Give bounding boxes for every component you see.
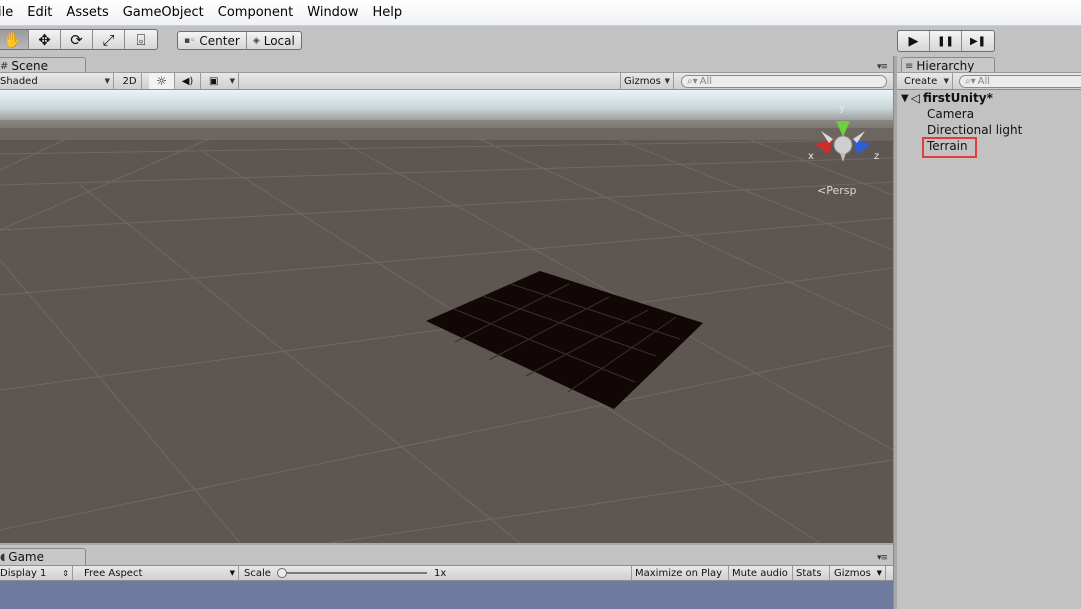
display-dropdown[interactable]: Display 1 ⇕ (0, 566, 73, 580)
scene-search-input[interactable]: ⌕▾ All (681, 75, 887, 88)
sun-icon: ☼ (156, 74, 167, 88)
aspect-dropdown[interactable]: Free Aspect ▼ (81, 566, 239, 580)
menu-window[interactable]: Window (300, 0, 365, 26)
gizmo-y-label: y (839, 103, 845, 114)
scene-toolbar: Shaded ▼ 2D ☼ ◀) ▣ ▼ Gizmos ▼ ⌕▾ All (0, 72, 893, 90)
menu-help[interactable]: Help (366, 0, 410, 26)
create-dropdown[interactable]: Create ▼ (901, 73, 953, 89)
scale-tool-button[interactable]: ⤢ (93, 30, 125, 49)
list-icon: ≡ (905, 60, 914, 72)
maximize-on-play-toggle[interactable]: Maximize on Play (631, 566, 729, 580)
pause-button[interactable]: ❚❚ (930, 31, 962, 51)
scene-gizmos-dropdown[interactable]: Gizmos ▼ (620, 73, 674, 89)
pivot-icon: ▪◦ (184, 35, 196, 46)
gizmo-x-label: x (808, 151, 814, 162)
menu-file[interactable]: ile (0, 0, 20, 26)
search-icon: ⌕▾ (687, 76, 698, 87)
hand-icon: ✋ (3, 30, 22, 49)
terrain-highlight-box (922, 137, 977, 158)
game-view[interactable] (0, 581, 893, 609)
foldout-expanded-icon[interactable]: ▼ (901, 93, 909, 104)
2d-toggle[interactable]: 2D (118, 73, 142, 89)
scene-grid-icon: # (0, 60, 9, 72)
scale-icon: ⤢ (102, 30, 115, 49)
menu-bar: ile Edit Assets GameObject Component Win… (0, 0, 1081, 26)
main-toolbar: ✋ ✥ ⟳ ⤢ ⌻ ▪◦ Center ◈ Local ▶ ❚❚ ▶❚ (0, 26, 1081, 56)
effects-dropdown[interactable]: ▣ ▼ (202, 73, 239, 89)
tab-game[interactable]: ◖ Game (0, 548, 86, 565)
scene-tab-menu-icon[interactable]: ▾≡ (877, 62, 888, 72)
menu-edit[interactable]: Edit (20, 0, 59, 26)
pivot-local-button[interactable]: ◈ Local (247, 32, 301, 49)
scene-root-row[interactable]: ▼ ◁ firstUnity* (901, 90, 993, 106)
game-tab-menu-icon[interactable]: ▾≡ (877, 553, 888, 563)
hierarchy-panel: ▼ ◁ firstUnity* Camera Directional light… (897, 90, 1081, 609)
scene-canvas: x y z (0, 90, 893, 543)
scale-slider-thumb[interactable] (277, 568, 287, 578)
projection-toggle[interactable]: <Persp (817, 184, 856, 197)
speaker-icon: ◀) (181, 75, 194, 87)
chevron-down-icon: ▼ (943, 77, 949, 85)
pivot-toggles: ▪◦ Center ◈ Local (177, 31, 302, 50)
pivot-center-button[interactable]: ▪◦ Center (178, 32, 247, 49)
menu-component[interactable]: Component (211, 0, 300, 26)
game-gizmos-dropdown[interactable]: Gizmos ▼ (831, 566, 886, 580)
shading-mode-dropdown[interactable]: Shaded ▼ (0, 73, 114, 89)
move-icon: ✥ (38, 30, 51, 49)
chevron-left-icon: < (817, 184, 827, 197)
menu-gameobject[interactable]: GameObject (116, 0, 211, 26)
step-icon: ▶❚ (969, 35, 987, 47)
mute-audio-toggle[interactable]: Mute audio (729, 566, 793, 580)
chevron-down-icon: ▼ (104, 77, 110, 85)
step-button[interactable]: ▶❚ (962, 31, 994, 51)
pause-icon: ❚❚ (937, 35, 954, 47)
ground-plane (0, 128, 893, 543)
chevron-down-icon: ▼ (876, 569, 882, 577)
gizmo-z-label: z (874, 151, 879, 162)
rotate-tool-button[interactable]: ⟳ (61, 30, 93, 49)
menu-assets[interactable]: Assets (59, 0, 115, 26)
game-toolbar: Display 1 ⇕ Free Aspect ▼ Scale 1x Maximiz… (0, 565, 893, 581)
transform-tools: ✋ ✥ ⟳ ⤢ ⌻ (0, 29, 158, 50)
rotate-icon: ⟳ (70, 30, 83, 49)
chevron-down-icon: ▼ (229, 77, 235, 85)
image-icon: ▣ (209, 75, 219, 87)
hierarchy-item-camera[interactable]: Camera (927, 106, 974, 122)
rect-tool-button[interactable]: ⌻ (125, 30, 157, 49)
hierarchy-item-directional-light[interactable]: Directional light (927, 122, 1022, 138)
audio-toggle[interactable]: ◀) (175, 73, 201, 89)
cube-icon: ◈ (252, 35, 260, 46)
unity-scene-icon: ◁ (910, 91, 920, 105)
hierarchy-toolbar: Create ▼ ⌕▾ All (897, 72, 1081, 90)
playback-controls: ▶ ❚❚ ▶❚ (897, 30, 995, 52)
play-icon: ▶ (908, 33, 919, 49)
hand-tool-button[interactable]: ✋ (0, 30, 29, 49)
chevron-down-icon: ▼ (664, 77, 670, 85)
move-tool-button[interactable]: ✥ (29, 30, 61, 49)
scene-viewport[interactable]: x y z <Persp (0, 90, 893, 543)
stats-toggle[interactable]: Stats (793, 566, 830, 580)
scale-control: Scale 1x (244, 567, 447, 579)
scale-slider[interactable] (277, 568, 427, 578)
hierarchy-search-input[interactable]: ⌕▾ All (959, 75, 1081, 88)
lighting-toggle[interactable]: ☼ (149, 73, 175, 89)
chevron-down-icon: ▼ (229, 569, 235, 577)
play-button[interactable]: ▶ (898, 31, 930, 51)
updown-icon: ⇕ (62, 568, 69, 578)
search-icon: ⌕▾ (965, 76, 976, 87)
rect-icon: ⌻ (136, 30, 146, 49)
game-pacman-icon: ◖ (0, 551, 6, 563)
